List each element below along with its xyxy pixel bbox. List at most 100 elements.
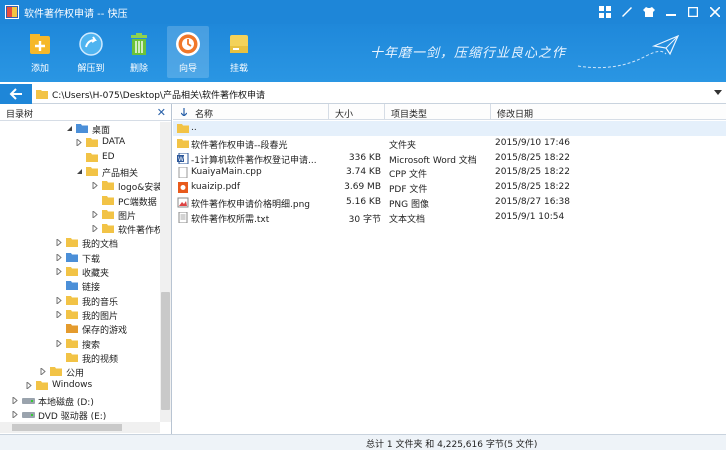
back-button[interactable] xyxy=(0,84,32,104)
tree-item[interactable]: DATA xyxy=(0,136,160,150)
collapsed-arrow-icon[interactable] xyxy=(12,411,19,418)
column-header-size[interactable]: 大小 xyxy=(329,104,385,120)
tree-item[interactable]: 图片 xyxy=(0,208,160,222)
file-icon xyxy=(178,167,188,179)
app-window: 软件著作权申请 -- 快压 添加 解压到 删除 向导 挂载 十年磨一剑，压缩行业… xyxy=(0,0,726,450)
tree-item-label: DATA xyxy=(102,137,126,148)
tree-horizontal-scrollbar[interactable] xyxy=(0,422,160,433)
collapsed-arrow-icon[interactable] xyxy=(56,296,63,304)
tree-item-label: 我的图片 xyxy=(82,311,119,322)
grid-menu-icon[interactable] xyxy=(594,0,616,24)
file-row[interactable]: 软件著作权申请--段春光 文件夹 2015/9/10 17:46 xyxy=(173,136,726,151)
add-label: 添加 xyxy=(30,64,49,74)
image-icon xyxy=(177,197,189,208)
wizard-icon xyxy=(174,30,202,58)
file-list: 名称 大小 项目类型 修改日期 .. 软件著作权申请--段春光 文件夹 2015/9/… xyxy=(173,104,726,434)
close-icon[interactable]: ✕ xyxy=(157,106,166,119)
folder-icon xyxy=(86,166,98,176)
folder-icon xyxy=(177,138,189,148)
tree-item[interactable]: 我的音乐 xyxy=(0,294,160,308)
sort-arrow-icon xyxy=(181,108,187,116)
expanded-arrow-icon[interactable] xyxy=(66,125,73,132)
settings-wrench-icon[interactable] xyxy=(616,0,638,24)
close-icon[interactable] xyxy=(704,0,726,24)
tree-item[interactable]: logo&安装 xyxy=(0,179,163,194)
tree-item-label: logo&安装 xyxy=(118,183,163,194)
folder-icon xyxy=(102,195,114,205)
file-name: 软件著作权所需.txt xyxy=(191,214,270,225)
tree-item[interactable]: 搜索 xyxy=(0,337,160,351)
tree-item[interactable]: 链接 xyxy=(0,279,160,293)
file-type: Microsoft Word 文档 xyxy=(389,155,477,166)
tree-item[interactable]: 产品相关 xyxy=(0,165,160,179)
file-row[interactable]: KuaiyaMain.cpp 3.74 KB CPP 文件 2015/8/25 18:… xyxy=(173,165,726,180)
tree-item-label: ED xyxy=(102,151,115,162)
file-row[interactable]: 软件著作权申请价格明细.png 5.16 KB PNG 图像 2015/8/27 16… xyxy=(173,195,726,210)
maximize-icon[interactable] xyxy=(682,0,704,24)
collapsed-arrow-icon[interactable] xyxy=(56,253,63,261)
wizard-button[interactable]: 向导 xyxy=(167,26,209,78)
file-row[interactable]: .. xyxy=(173,121,726,136)
collapsed-arrow-icon[interactable] xyxy=(40,368,47,376)
tree-item-label: 本地磁盘 (D:) xyxy=(38,397,94,408)
tree-item[interactable]: 公用 xyxy=(0,365,160,379)
file-date: 2015/9/1 10:54 xyxy=(495,211,565,222)
collapsed-arrow-icon[interactable] xyxy=(56,239,63,247)
tree-item[interactable]: 桌面 xyxy=(0,122,160,136)
column-header-type[interactable]: 项目类型 xyxy=(385,104,491,120)
file-date: 2015/8/25 18:22 xyxy=(495,182,570,193)
file-type: CPP 文件 xyxy=(389,170,427,181)
file-row[interactable]: 软件著作权所需.txt 30 字节 文本文档 2015/9/1 10:54 xyxy=(173,210,726,225)
address-bar: C:\Users\H-075\Desktop\产品相关\软件著作权申请 xyxy=(0,84,726,104)
minimize-icon[interactable] xyxy=(660,0,682,24)
skin-shirt-icon[interactable] xyxy=(638,0,660,24)
tree-item[interactable]: 本地磁盘 (D:) xyxy=(0,394,160,408)
tree-item[interactable]: Windows xyxy=(0,379,160,393)
delete-button[interactable]: 删除 xyxy=(118,26,160,78)
collapsed-arrow-icon[interactable] xyxy=(56,310,63,318)
add-button[interactable]: 添加 xyxy=(19,26,61,78)
collapsed-arrow-icon[interactable] xyxy=(76,139,83,147)
collapsed-arrow-icon[interactable] xyxy=(26,382,33,390)
tree-item[interactable]: 保存的游戏 xyxy=(0,322,160,336)
status-bar: 总计 1 文件夹 和 4,225,616 字节(5 文件) xyxy=(0,434,726,450)
tree-vertical-scrollbar[interactable] xyxy=(160,122,171,422)
column-header-date[interactable]: 修改日期 xyxy=(491,104,726,120)
tree-item-label: 桌面 xyxy=(92,126,111,136)
collapsed-arrow-icon[interactable] xyxy=(92,182,99,190)
collapsed-arrow-icon[interactable] xyxy=(12,396,19,404)
tree-item-label: 搜索 xyxy=(82,340,101,351)
delete-label: 删除 xyxy=(129,64,148,74)
tree-item[interactable]: 我的视频 xyxy=(0,351,160,365)
collapsed-arrow-icon[interactable] xyxy=(92,225,99,233)
tree-item[interactable]: 我的图片 xyxy=(0,308,160,322)
status-text: 总计 1 文件夹 和 4,225,616 字节(5 文件) xyxy=(366,440,538,450)
expanded-arrow-icon[interactable] xyxy=(76,168,83,175)
tree-item[interactable]: 下载 xyxy=(0,251,160,265)
address-path[interactable]: C:\Users\H-075\Desktop\产品相关\软件著作权申请 xyxy=(52,88,265,101)
file-size: 3.69 MB xyxy=(344,182,381,193)
file-row[interactable]: kuaizip.pdf 3.69 MB PDF 文件 2015/8/25 18:22 xyxy=(173,180,726,195)
folder-icon xyxy=(36,381,48,391)
tree-item[interactable]: DVD 驱动器 (E:) xyxy=(0,408,160,422)
chevron-down-icon[interactable] xyxy=(714,90,722,96)
tree-item[interactable]: PC端数据 xyxy=(0,194,160,208)
collapsed-arrow-icon[interactable] xyxy=(56,339,63,347)
collapsed-arrow-icon[interactable] xyxy=(92,210,99,218)
tree-item[interactable]: ED xyxy=(0,151,160,165)
file-type: 文本文档 xyxy=(389,214,426,225)
folder-icon xyxy=(50,367,62,377)
tree-item[interactable]: 软件著作权 xyxy=(0,222,163,236)
mount-button[interactable]: 挂载 xyxy=(218,26,260,78)
collapsed-arrow-icon[interactable] xyxy=(56,268,63,275)
tree-item-label: 产品相关 xyxy=(102,168,139,179)
column-header-name[interactable]: 名称 xyxy=(173,104,329,120)
tree-item[interactable]: 我的文档 xyxy=(0,236,160,250)
mount-icon xyxy=(225,30,253,58)
music-icon xyxy=(66,295,78,305)
extract-to-label: 解压到 xyxy=(77,64,105,74)
tree-item[interactable]: 收藏夹 xyxy=(0,265,160,279)
extract-to-button[interactable]: 解压到 xyxy=(70,26,112,78)
file-row[interactable]: W -1计算机软件著作权登记申请... 336 KB Microsoft Word 文… xyxy=(173,151,726,166)
file-date: 2015/9/10 17:46 xyxy=(495,137,570,148)
